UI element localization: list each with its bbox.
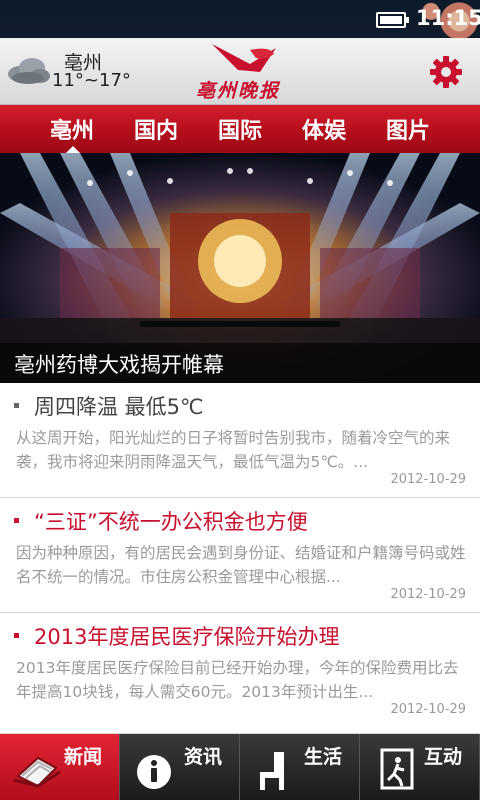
news-date: 2012-10-29 — [390, 472, 466, 487]
bullet-marker — [14, 403, 19, 408]
bullet-marker — [14, 518, 19, 523]
news-list-item[interactable]: 周四降温 最低5℃ 从这周开始，阳光灿烂的日子将暂时告别我市，随着冷空气的来袭，… — [0, 383, 480, 498]
status-clock: 11:15 — [416, 6, 480, 30]
nav-info-label: 资讯 — [184, 746, 223, 768]
newspaper-icon — [13, 756, 61, 788]
nav-info-button[interactable]: 资讯 — [120, 734, 240, 800]
news-summary: 因为种种原因，有的居民会遇到身份证、结婚证和户籍簿号码或姓名不统一的情况。市住房… — [16, 544, 466, 586]
chair-icon — [260, 752, 284, 790]
news-list-item[interactable]: “三证”不统一办公积金也方便 因为种种原因，有的居民会遇到身份证、结婚证和户籍簿… — [0, 498, 480, 613]
logo-text: 亳州晚报 — [196, 80, 281, 102]
exit-door-icon — [380, 748, 414, 790]
news-list-item[interactable]: 2013年度居民医疗保险开始办理 2013年度居民医疗保险目前已经开始办理，今年… — [0, 613, 480, 734]
info-icon — [137, 755, 171, 789]
tab-pictures[interactable]: 图片 — [366, 105, 450, 153]
hero-caption: 亳州药博大戏揭开帷幕 — [0, 343, 480, 383]
category-tabs: 亳州 国内 国际 体娱 图片 — [0, 105, 480, 153]
nav-news-label: 新闻 — [64, 746, 103, 768]
tab-bozhou[interactable]: 亳州 — [30, 105, 114, 153]
weather-temperature: 11°~17° — [52, 70, 131, 91]
battery-icon — [376, 12, 409, 28]
bullet-marker — [14, 633, 19, 638]
news-summary: 从这周开始，阳光灿烂的日子将暂时告别我市，随着冷空气的来袭，我市将迎来阴雨降温天… — [16, 429, 451, 471]
nav-life-label: 生活 — [304, 746, 343, 768]
cloud-icon — [8, 58, 50, 84]
news-title: 2013年度居民医疗保险开始办理 — [34, 625, 340, 649]
nav-interact-label: 互动 — [424, 746, 463, 768]
nav-life-button[interactable]: 生活 — [240, 734, 360, 800]
tab-domestic[interactable]: 国内 — [114, 105, 198, 153]
gear-icon[interactable] — [428, 54, 464, 90]
tab-international[interactable]: 国际 — [198, 105, 282, 153]
news-summary: 2013年度居民医疗保险目前已经开始办理，今年的保险费用比去年提高10块钱，每人… — [16, 659, 459, 701]
news-date: 2012-10-29 — [390, 702, 466, 717]
news-title: 周四降温 最低5℃ — [34, 395, 204, 419]
app-header: 亳州 11°~17° 亳州晚报 — [0, 38, 480, 105]
bottom-navigation: 新闻 资讯 生活 互动 — [0, 734, 480, 800]
nav-news-button[interactable]: 新闻 — [0, 734, 120, 800]
news-date: 2012-10-29 — [390, 587, 466, 602]
tab-sports-entertainment[interactable]: 体娱 — [282, 105, 366, 153]
status-bar: 11:15 — [0, 0, 480, 38]
nav-interact-button[interactable]: 互动 — [360, 734, 480, 800]
news-title: “三证”不统一办公积金也方便 — [34, 510, 308, 534]
hero-banner[interactable]: 亳州药博大戏揭开帷幕 — [0, 153, 480, 383]
